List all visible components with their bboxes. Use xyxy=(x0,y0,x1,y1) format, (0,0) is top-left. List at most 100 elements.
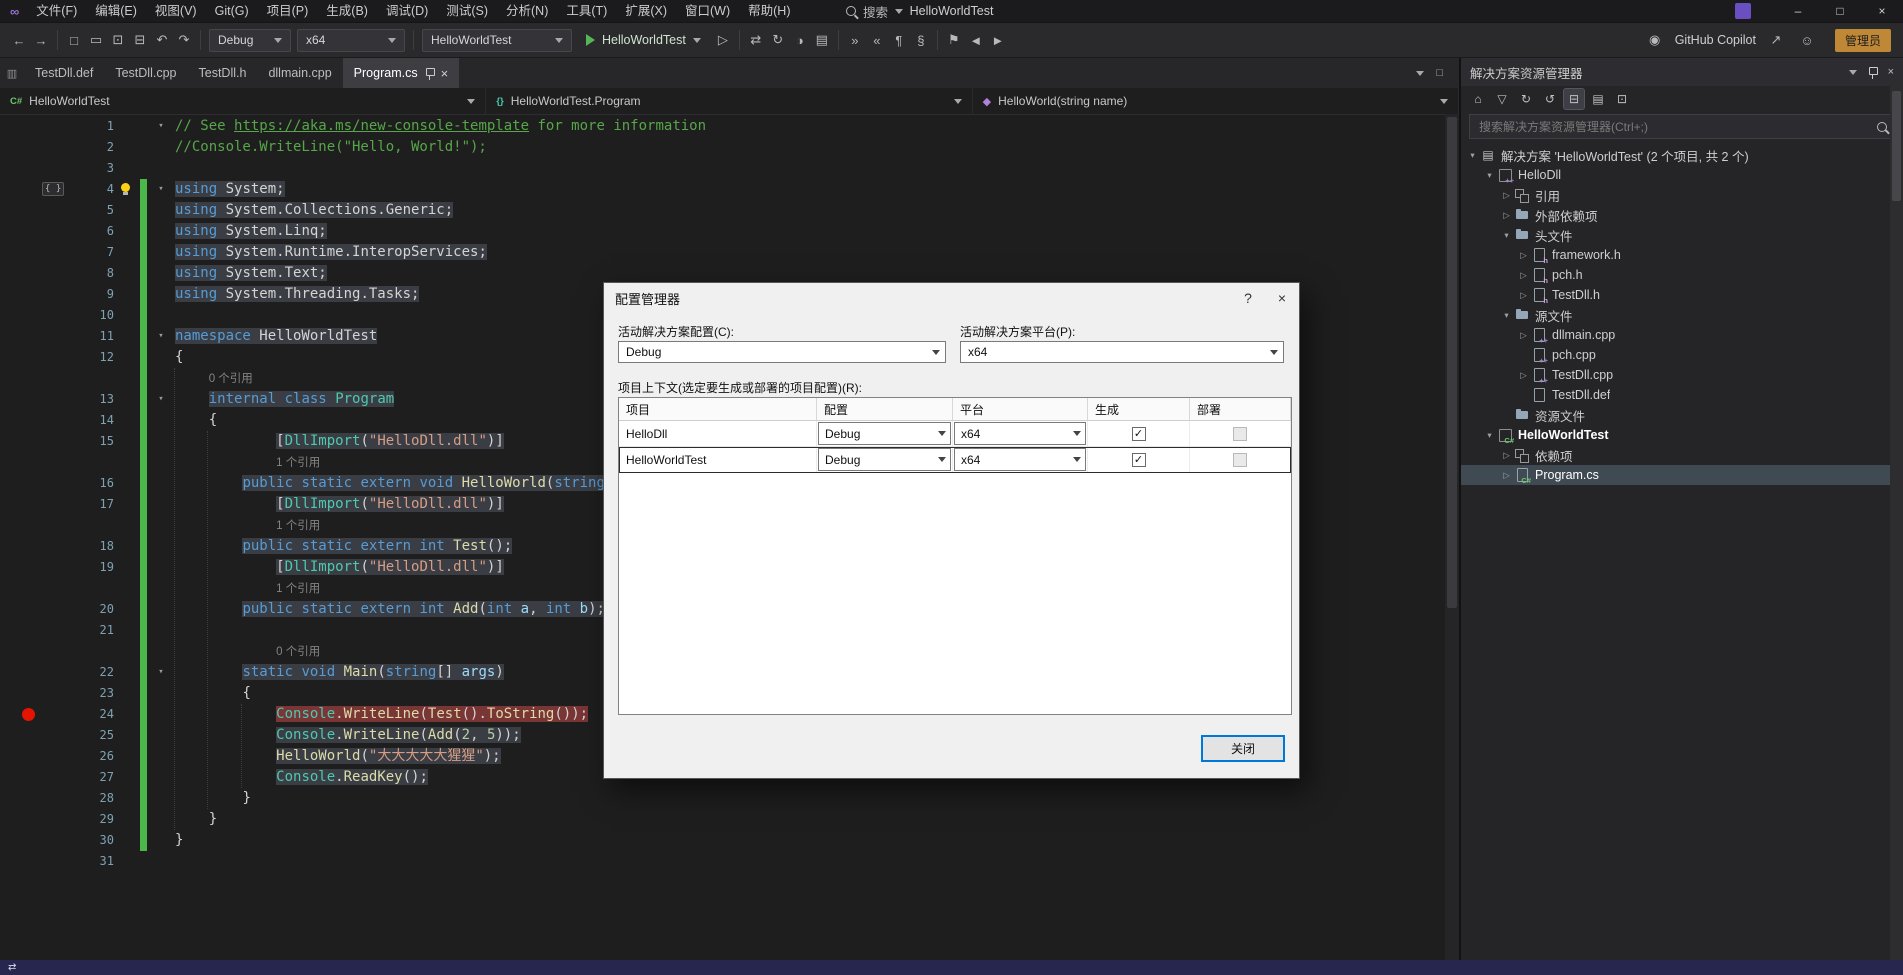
menubar-item[interactable]: 扩展(X) xyxy=(616,0,676,22)
close-tab-icon[interactable]: × xyxy=(441,66,449,81)
hot-reload-icon[interactable]: ↻ xyxy=(767,29,789,51)
build-checkbox[interactable]: ✓ xyxy=(1132,427,1146,441)
code-text[interactable]: // See https://aka.ms/new-console-templa… xyxy=(173,116,1445,137)
solution-search-box[interactable] xyxy=(1469,114,1895,139)
copilot-label[interactable]: GitHub Copilot xyxy=(1675,33,1756,47)
copilot-icon[interactable]: ◉ xyxy=(1644,29,1666,51)
forward-icon[interactable]: → xyxy=(30,29,52,51)
breakpoint-dot[interactable] xyxy=(22,708,35,721)
expanded-arrow-icon[interactable]: ▾ xyxy=(1465,150,1480,161)
title-search[interactable]: 搜索 xyxy=(838,0,911,22)
next-bookmark-icon[interactable]: ► xyxy=(987,29,1009,51)
expanded-arrow-icon[interactable]: ▾ xyxy=(1482,430,1497,441)
dialog-close-icon[interactable]: × xyxy=(1265,283,1299,313)
fold-margin[interactable]: ▾ xyxy=(149,389,173,410)
platform-dropdown[interactable]: x64 xyxy=(954,422,1086,445)
collapsed-arrow-icon[interactable]: ▷ xyxy=(1499,470,1514,481)
save-all-icon[interactable]: ⊟ xyxy=(129,29,151,51)
collapsed-arrow-icon[interactable]: ▷ xyxy=(1516,330,1531,341)
indent-icon[interactable]: » xyxy=(844,29,866,51)
comment-icon[interactable]: ¶ xyxy=(888,29,910,51)
profiler-icon[interactable]: ◑ xyxy=(789,29,811,51)
open-external-icon[interactable]: ↗ xyxy=(1765,29,1787,51)
bookmark-icon[interactable]: ⚑ xyxy=(943,29,965,51)
solution-explorer-header[interactable]: 解决方案资源管理器 × xyxy=(1461,58,1903,86)
collapsed-arrow-icon[interactable]: ▷ xyxy=(1499,190,1514,201)
tab-dllmain.cpp[interactable]: dllmain.cpp xyxy=(257,58,342,88)
expanded-arrow-icon[interactable]: ▾ xyxy=(1499,310,1514,321)
start-debugging-button[interactable]: HelloWorldTest xyxy=(577,27,710,53)
code-text[interactable]: using System.Runtime.InteropServices; xyxy=(173,242,1445,263)
breadcrumb-segment[interactable]: ◆HelloWorld(string name) xyxy=(973,88,1459,114)
codelens-references[interactable]: 1 个引用 xyxy=(276,583,320,595)
save-icon[interactable]: ⊡ xyxy=(107,29,129,51)
undo-icon[interactable]: ↶ xyxy=(151,29,173,51)
codelens-references[interactable]: 1 个引用 xyxy=(276,457,320,469)
code-text[interactable] xyxy=(173,158,1445,179)
expanded-arrow-icon[interactable]: ▾ xyxy=(1482,170,1497,181)
code-text[interactable]: //Console.WriteLine("Hello, World!"); xyxy=(173,137,1445,158)
tree-item-framework.h[interactable]: ▷hframework.h xyxy=(1461,245,1903,265)
tree-item--[interactable]: ▷外部依赖项 xyxy=(1461,205,1903,225)
feedback-icon[interactable]: ☺ xyxy=(1796,29,1818,51)
active-files-dropdown-icon[interactable] xyxy=(1416,71,1424,76)
active-config-dropdown[interactable]: Debug xyxy=(618,341,946,363)
platform-dropdown[interactable]: x64 xyxy=(954,448,1086,471)
help-icon[interactable]: ? xyxy=(1231,283,1265,313)
fold-margin[interactable]: ▾ xyxy=(149,179,173,200)
dialog-close-button[interactable]: 关闭 xyxy=(1201,735,1285,762)
code-text[interactable]: } xyxy=(173,788,1445,809)
dropdown-arrow-button[interactable] xyxy=(1265,342,1283,362)
sync-icon[interactable]: ↻ xyxy=(1516,89,1536,109)
back-icon[interactable]: ← xyxy=(8,29,30,51)
configuration-dropdown[interactable]: Debug xyxy=(818,422,951,445)
collapsed-arrow-icon[interactable]: ▷ xyxy=(1499,210,1514,221)
tree-item-dllmain.cpp[interactable]: ▷++dllmain.cpp xyxy=(1461,325,1903,345)
startup-project-dropdown[interactable]: HelloWorldTest xyxy=(422,29,572,52)
tab-TestDll.cpp[interactable]: TestDll.cpp xyxy=(104,58,187,88)
new-project-icon[interactable]: □ xyxy=(63,29,85,51)
tree-item--[interactable]: 资源文件 xyxy=(1461,405,1903,425)
code-text[interactable]: using System.Collections.Generic; xyxy=(173,200,1445,221)
code-text[interactable]: using System; xyxy=(173,179,1445,200)
collapsed-arrow-icon[interactable]: ▷ xyxy=(1516,290,1531,301)
background-tasks-icon[interactable]: ⇄ xyxy=(8,962,16,973)
panel-vertical-scrollbar[interactable] xyxy=(1890,86,1903,960)
solution-configuration-dropdown[interactable]: Debug xyxy=(209,29,291,52)
menubar-item[interactable]: 窗口(W) xyxy=(676,0,739,22)
deploy-checkbox[interactable] xyxy=(1233,453,1247,467)
menubar-item[interactable]: 视图(V) xyxy=(146,0,206,22)
filter-icon[interactable]: ▽ xyxy=(1492,89,1512,109)
pin-panel-icon[interactable] xyxy=(1868,66,1877,79)
scrollbar-thumb[interactable] xyxy=(1447,117,1457,608)
tree-item-HelloDll[interactable]: ▾++HelloDll xyxy=(1461,165,1903,185)
expanded-arrow-icon[interactable]: ▾ xyxy=(1499,230,1514,241)
output-icon[interactable]: ▤ xyxy=(811,29,833,51)
redo-icon[interactable]: ↷ xyxy=(173,29,195,51)
code-text[interactable]: using System.Text; xyxy=(173,263,1445,284)
tree-item--[interactable]: ▷依赖项 xyxy=(1461,445,1903,465)
open-file-icon[interactable]: ▭ xyxy=(85,29,107,51)
collapsed-arrow-icon[interactable]: ▷ xyxy=(1499,450,1514,461)
tree-item-pch.h[interactable]: ▷hpch.h xyxy=(1461,265,1903,285)
administrator-badge[interactable]: 管理员 xyxy=(1835,29,1891,52)
lightbulb-icon[interactable] xyxy=(121,183,130,192)
tab-TestDll.def[interactable]: TestDll.def xyxy=(24,58,104,88)
fold-margin[interactable]: ▾ xyxy=(149,116,173,137)
prev-bookmark-icon[interactable]: ◄ xyxy=(965,29,987,51)
pin-tab-icon[interactable] xyxy=(425,67,434,80)
column-header-平台[interactable]: 平台 xyxy=(953,398,1088,420)
codelens-references[interactable]: 0 个引用 xyxy=(276,646,320,658)
collapse-all-icon[interactable]: ⊟ xyxy=(1564,89,1584,109)
solution-search-input[interactable] xyxy=(1477,119,1877,135)
menubar-item[interactable]: 调试(D) xyxy=(377,0,437,22)
window-position-icon[interactable] xyxy=(1849,70,1857,75)
codelens-references[interactable]: 0 个引用 xyxy=(209,373,253,385)
column-header-项目[interactable]: 项目 xyxy=(619,398,817,420)
collapsed-arrow-icon[interactable]: ▷ xyxy=(1516,250,1531,261)
fold-margin[interactable]: ▾ xyxy=(149,326,173,347)
menubar-item[interactable]: Git(G) xyxy=(206,0,258,22)
menubar-item[interactable]: 测试(S) xyxy=(437,0,497,22)
solution-platform-dropdown[interactable]: x64 xyxy=(297,29,405,52)
project-row-HelloWorldTest[interactable]: HelloWorldTestDebugx64✓ xyxy=(619,447,1291,473)
